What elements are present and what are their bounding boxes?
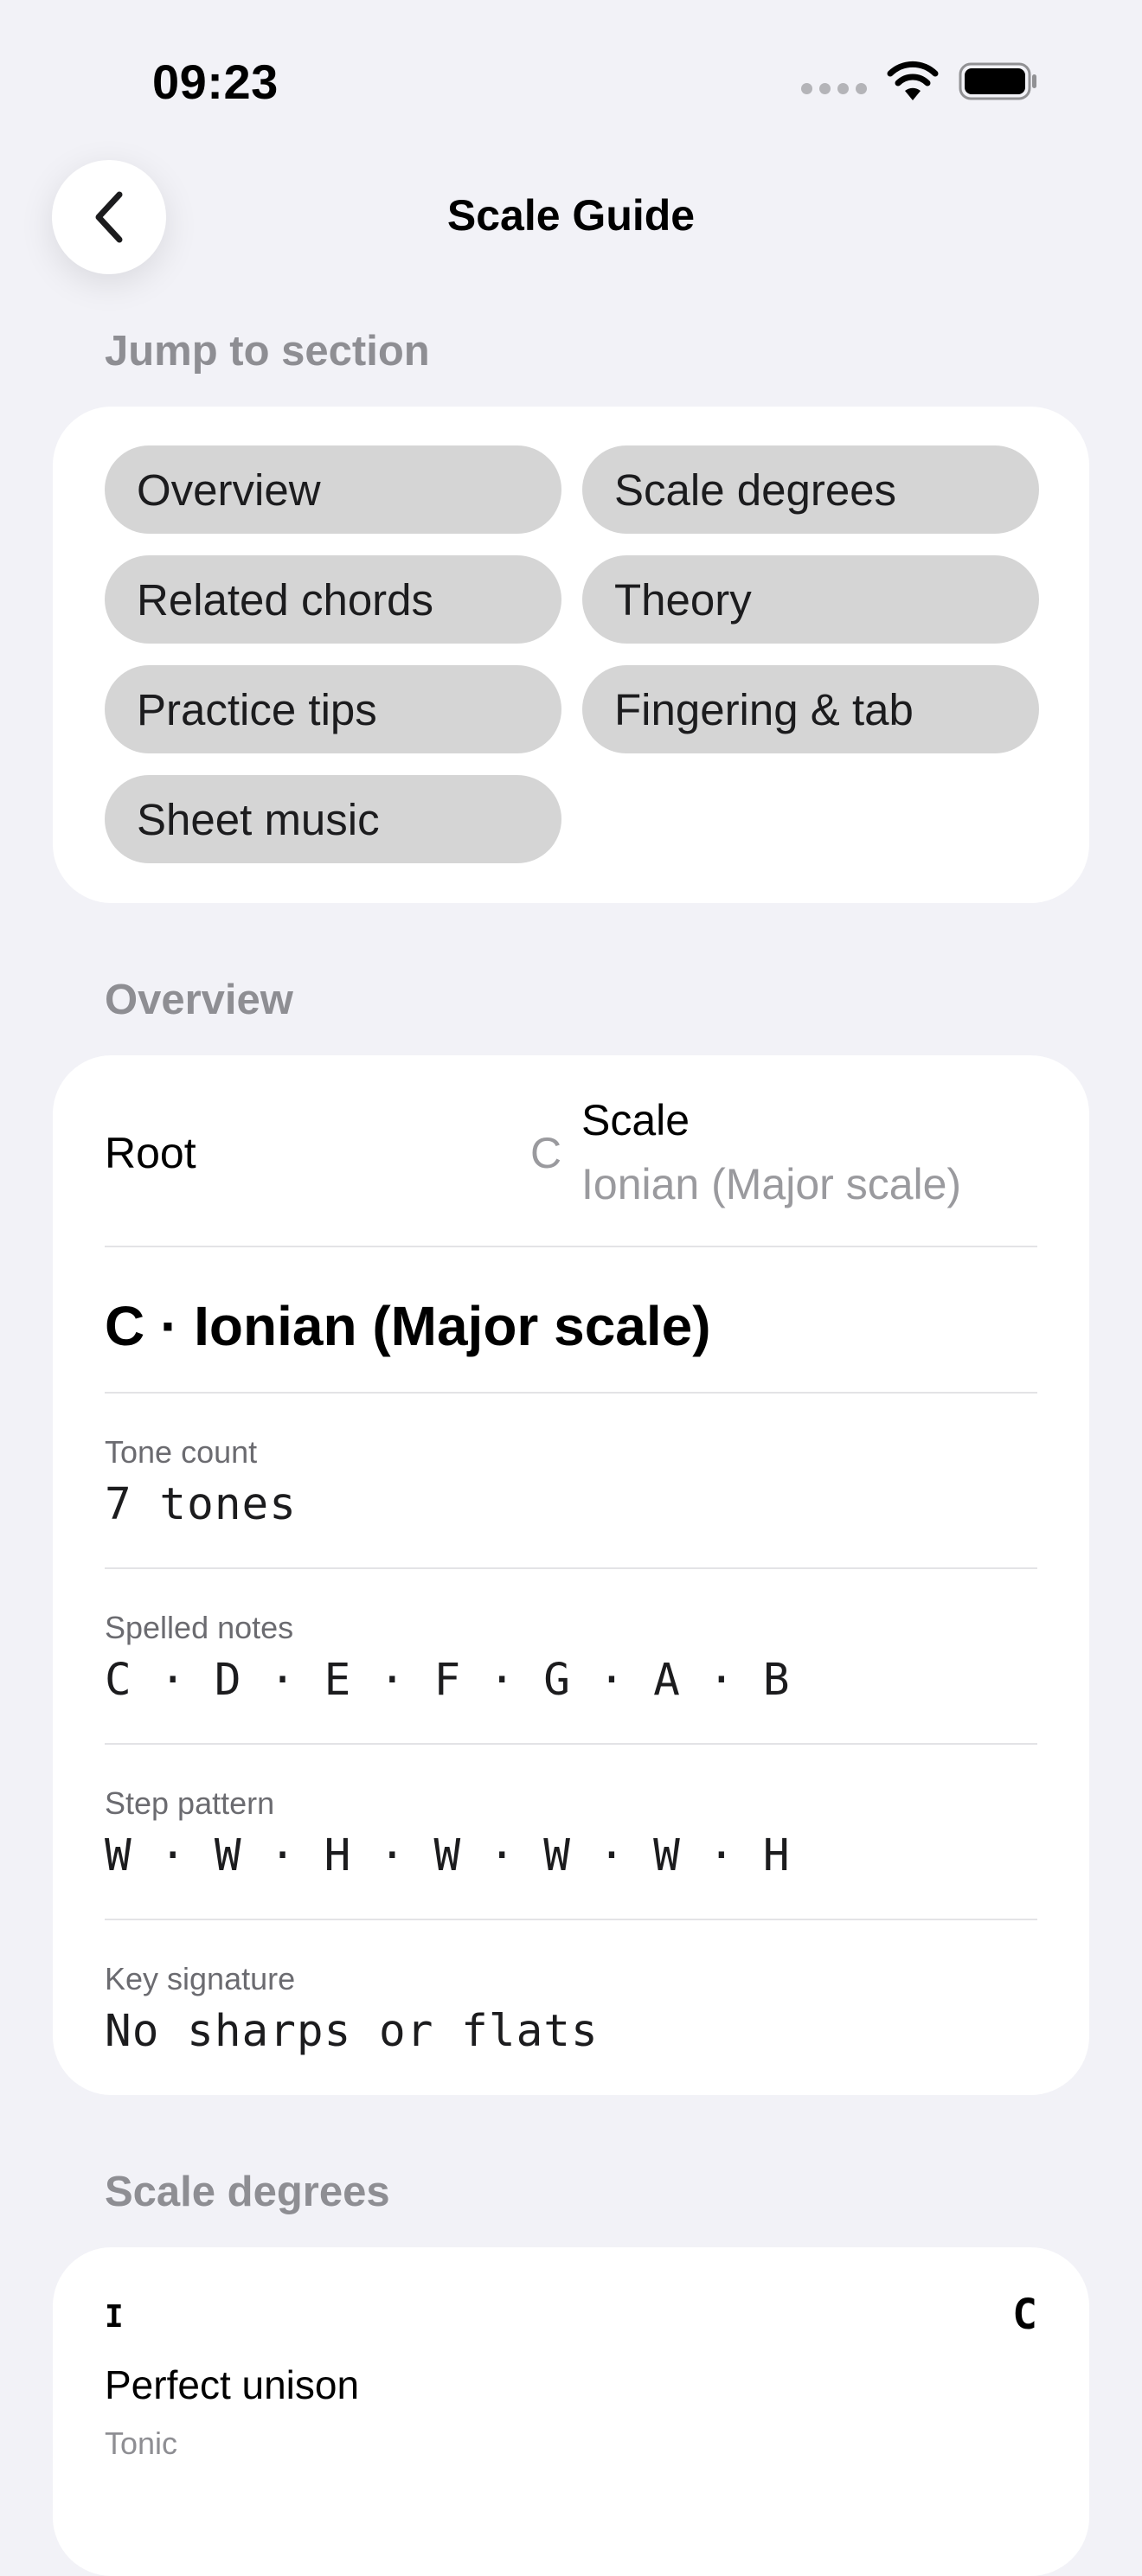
chip-fingering-tab[interactable]: Fingering & tab — [582, 665, 1039, 753]
degree-note: C — [1012, 2291, 1037, 2339]
chip-sheet-music[interactable]: Sheet music — [105, 775, 561, 863]
overview-card: Root C Scale Ionian (Major scale) C · Io… — [53, 1055, 1089, 2095]
scale-label: Scale — [581, 1096, 690, 1144]
overview-section-label: Overview — [105, 977, 293, 1023]
chip-practice-tips[interactable]: Practice tips — [105, 665, 561, 753]
degree-numeral: I — [105, 2299, 124, 2335]
tone-count-value: 7 tones — [105, 1479, 297, 1530]
step-pattern-value: W · W · H · W · W · W · H — [105, 1830, 791, 1881]
chip-overview[interactable]: Overview — [105, 445, 561, 534]
root-picker[interactable]: C — [530, 1128, 561, 1178]
divider — [105, 1919, 1037, 1920]
divider — [105, 1743, 1037, 1745]
scale-degrees-card: I C Perfect unison Tonic — [53, 2247, 1089, 2576]
divider — [105, 1392, 1037, 1394]
status-bar: 09:23 — [0, 0, 1142, 156]
jump-section-label: Jump to section — [105, 328, 430, 375]
jump-section-card: Overview Scale degrees Related chords Th… — [53, 407, 1089, 903]
chip-scale-degrees[interactable]: Scale degrees — [582, 445, 1039, 534]
tone-count-caption: Tone count — [105, 1434, 258, 1470]
jump-chip-grid: Overview Scale degrees Related chords Th… — [105, 445, 1039, 863]
step-pattern-caption: Step pattern — [105, 1785, 275, 1821]
selector-row: Root C Scale Ionian (Major scale) — [105, 1055, 1037, 1246]
scale-degrees-section-label: Scale degrees — [105, 2169, 390, 2215]
status-time: 09:23 — [152, 54, 279, 109]
battery-icon — [959, 62, 1036, 100]
divider — [105, 1246, 1037, 1247]
spelled-notes-caption: Spelled notes — [105, 1610, 294, 1645]
spelled-notes-value: C · D · E · F · G · A · B — [105, 1655, 791, 1706]
root-label: Root — [105, 1129, 196, 1177]
page-title: Scale Guide — [446, 191, 696, 240]
degree-interval-name: Perfect unison — [105, 2362, 360, 2407]
key-signature-value: No sharps or flats — [105, 2006, 599, 2057]
divider — [105, 1567, 1037, 1569]
scale-picker[interactable]: Ionian (Major scale) — [581, 1159, 961, 1209]
scale-heading: C · Ionian (Major scale) — [105, 1295, 711, 1357]
key-signature-caption: Key signature — [105, 1961, 296, 1996]
status-icons — [801, 61, 1038, 102]
chip-theory[interactable]: Theory — [582, 555, 1039, 644]
wifi-icon — [887, 61, 939, 100]
nav-bar: Scale Guide — [0, 156, 1142, 277]
signal-dots-icon — [801, 82, 867, 94]
chip-related-chords[interactable]: Related chords — [105, 555, 561, 644]
degree-role: Tonic — [105, 2425, 178, 2461]
